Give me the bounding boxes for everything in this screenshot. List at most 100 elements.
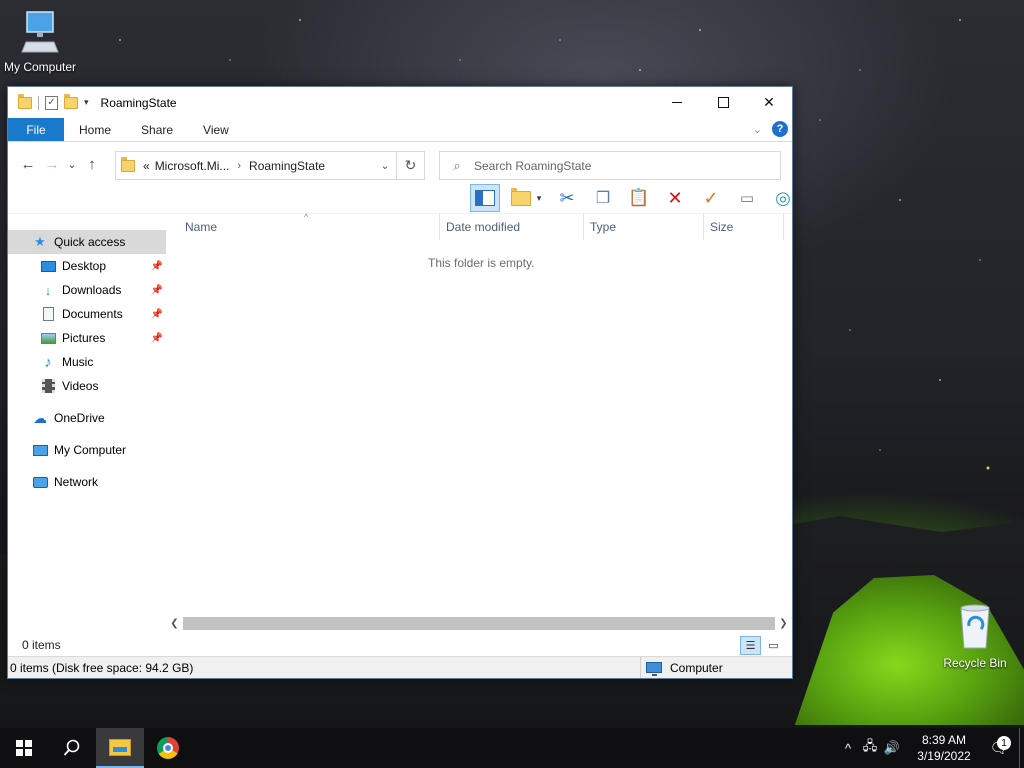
help-icon[interactable]: ?	[772, 121, 788, 137]
desktop-icon-label: Recycle Bin	[943, 656, 1007, 670]
sidebar-item-desktop[interactable]: Desktop 📌	[8, 254, 166, 278]
breadcrumb-item[interactable]: Microsoft.Mi...	[155, 159, 230, 173]
maximize-button[interactable]	[700, 87, 746, 118]
view-switcher: ☰ ▭	[740, 636, 784, 655]
column-headers: ^ Name Date modified Type Size	[166, 212, 792, 240]
scrollbar-thumb[interactable]	[183, 617, 775, 630]
search-icon	[63, 739, 80, 756]
customize-qat-chevron-icon[interactable]: ▾	[84, 97, 89, 108]
sidebar-item-my-computer[interactable]: My Computer	[8, 438, 166, 462]
large-icons-view-button[interactable]: ▭	[763, 636, 784, 655]
pin-icon[interactable]: 📌	[151, 333, 163, 344]
delete-button[interactable]: ✕	[660, 184, 690, 212]
clock-date: 3/19/2022	[917, 749, 971, 763]
network-icon[interactable]: 🖧	[859, 737, 881, 759]
address-dropdown-icon[interactable]: ⌄	[374, 159, 396, 172]
windows-logo-icon	[16, 740, 32, 756]
up-button[interactable]: ↑	[80, 156, 104, 173]
action-center-button[interactable]: 🗨 1	[979, 736, 1019, 757]
tab-view[interactable]: View	[188, 118, 244, 141]
new-folder-icon[interactable]	[64, 93, 78, 109]
ribbon-right-controls: ⌄ ?	[753, 121, 788, 137]
minimize-button[interactable]	[654, 87, 700, 118]
recent-locations-button[interactable]: ⌄	[64, 158, 80, 171]
computer-icon	[646, 662, 662, 676]
cut-button[interactable]: ✂	[552, 184, 582, 212]
search-input[interactable]	[474, 158, 764, 173]
folder-icon	[18, 93, 32, 109]
start-button[interactable]	[0, 728, 48, 768]
breadcrumb-separator-icon[interactable]: ›	[237, 160, 241, 172]
refresh-button[interactable]: ↻	[396, 152, 424, 179]
system-tray: ^ 🖧 🔊 8:39 AM 3/19/2022 🗨 1	[837, 728, 1024, 768]
paste-button[interactable]: 📋	[624, 184, 654, 212]
dropdown-chevron-icon: ▾	[536, 192, 542, 203]
breadcrumb-overflow[interactable]: «	[143, 159, 150, 173]
file-explorer-icon	[109, 738, 131, 756]
pin-icon[interactable]: 📌	[151, 261, 163, 272]
tab-share[interactable]: Share	[126, 118, 188, 141]
pin-icon[interactable]: 📌	[151, 309, 163, 320]
sidebar-item-label: Desktop	[62, 259, 107, 273]
search-box[interactable]: ⌕	[439, 151, 781, 180]
folder-icon	[121, 156, 135, 172]
column-header-name[interactable]: Name	[166, 214, 440, 240]
details-view-button[interactable]: ☰	[740, 636, 761, 655]
column-header-size[interactable]: Size	[704, 214, 784, 240]
sidebar-item-onedrive[interactable]: ☁ OneDrive	[8, 406, 166, 430]
title-bar[interactable]: ✓ ▾ RoamingState ✕	[8, 87, 792, 118]
address-bar[interactable]: « Microsoft.Mi... › RoamingState ⌄ ↻	[115, 151, 425, 180]
sidebar-item-label: Pictures	[62, 331, 106, 345]
music-icon: ♪	[44, 353, 52, 371]
window-title: RoamingState	[100, 95, 177, 110]
scroll-left-icon[interactable]: ❮	[166, 618, 183, 629]
network-icon	[32, 476, 48, 488]
search-button[interactable]	[48, 728, 96, 768]
volume-icon[interactable]: 🔊	[881, 740, 903, 756]
sidebar-item-documents[interactable]: Documents 📌	[8, 302, 166, 326]
rename-button[interactable]: ✓	[696, 184, 726, 212]
horizontal-scrollbar[interactable]: ❮ ❯	[166, 615, 792, 632]
pane-icon	[475, 190, 495, 206]
sidebar-item-label: Network	[54, 475, 99, 489]
quick-access-toolbar: ✓ ▾	[8, 93, 89, 110]
breadcrumb-item[interactable]: RoamingState	[249, 159, 325, 173]
copy-button[interactable]: ❐	[588, 184, 618, 212]
scroll-right-icon[interactable]: ❯	[775, 618, 792, 629]
pin-icon[interactable]: 📌	[151, 285, 163, 296]
desktop-icon-recycle-bin[interactable]: Recycle Bin	[935, 602, 1015, 670]
notification-badge: 1	[997, 736, 1011, 750]
sidebar-item-downloads[interactable]: ↓ Downloads 📌	[8, 278, 166, 302]
sidebar-item-pictures[interactable]: Pictures 📌	[8, 326, 166, 350]
sidebar-item-videos[interactable]: Videos	[8, 374, 166, 398]
show-hidden-icons-chevron-icon[interactable]: ^	[837, 741, 859, 756]
sidebar-item-music[interactable]: ♪ Music	[8, 350, 166, 374]
column-header-date-modified[interactable]: Date modified	[440, 214, 584, 240]
close-button[interactable]: ✕	[746, 87, 792, 118]
column-header-type[interactable]: Type	[584, 214, 704, 240]
navigation-pane-button[interactable]	[470, 184, 500, 212]
shell-icon[interactable]: ◎	[768, 184, 798, 212]
desktop-icon-my-computer[interactable]: My Computer	[0, 8, 80, 74]
chrome-icon	[157, 737, 179, 759]
sidebar-item-label: My Computer	[54, 443, 127, 457]
sidebar-item-network[interactable]: Network	[8, 470, 166, 494]
properties-icon[interactable]: ✓	[45, 95, 58, 110]
show-desktop-button[interactable]	[1019, 728, 1024, 768]
expand-ribbon-chevron-icon[interactable]: ⌄	[753, 123, 762, 136]
file-list[interactable]: ^ Name Date modified Type Size This fold…	[166, 212, 792, 615]
properties-button[interactable]: ▭	[732, 184, 762, 212]
clock[interactable]: 8:39 AM 3/19/2022	[909, 732, 979, 764]
navigation-pane: ★ Quick access Desktop 📌 ↓ Downloads 📌 D…	[8, 214, 166, 615]
taskbar-chrome[interactable]	[144, 728, 192, 768]
taskbar-file-explorer[interactable]	[96, 728, 144, 768]
tab-file[interactable]: File	[8, 118, 64, 141]
tab-home[interactable]: Home	[64, 118, 126, 141]
sidebar-item-quick-access[interactable]: ★ Quick access	[8, 230, 166, 254]
downloads-icon: ↓	[44, 282, 52, 298]
back-button[interactable]: ←	[16, 156, 40, 173]
new-folder-button[interactable]: ▾	[506, 184, 546, 212]
content-area: ★ Quick access Desktop 📌 ↓ Downloads 📌 D…	[8, 212, 792, 615]
forward-button[interactable]: →	[40, 156, 64, 173]
documents-icon	[40, 307, 56, 321]
